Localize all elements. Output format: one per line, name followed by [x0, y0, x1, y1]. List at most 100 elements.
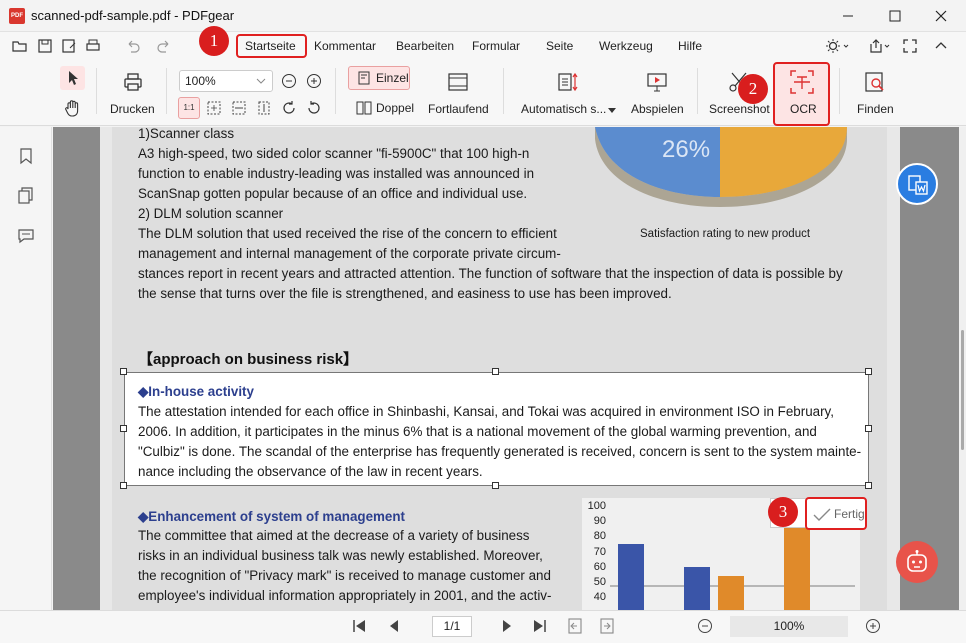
zoom-in-icon[interactable] — [306, 73, 322, 89]
menu-kommentar[interactable]: Kommentar — [314, 39, 376, 53]
pdf-to-word-button[interactable] — [896, 163, 938, 205]
step-badge-1: 1 — [199, 26, 229, 56]
print-quick-icon[interactable] — [85, 38, 101, 54]
step-badge-2: 2 — [738, 74, 768, 104]
close-button[interactable] — [918, 0, 964, 32]
zoom-out-icon[interactable] — [281, 73, 297, 89]
ai-assistant-button[interactable] — [896, 541, 938, 583]
single-page-button[interactable]: Einzel — [348, 66, 410, 90]
doc-line: nance including the observance of the la… — [138, 464, 483, 479]
menu-startseite[interactable]: Startseite — [245, 39, 296, 53]
theme-icon[interactable] — [825, 38, 849, 54]
find-button[interactable]: Finden — [852, 68, 898, 120]
menu-bearbeiten[interactable]: Bearbeiten — [396, 39, 454, 53]
ocr-button[interactable]: OCR — [773, 62, 830, 126]
autoscroll-button[interactable]: Automatisch s... — [520, 68, 618, 120]
pie-caption: Satisfaction rating to new product — [640, 228, 811, 240]
resize-handle[interactable] — [492, 482, 499, 489]
previous-view-icon[interactable] — [566, 617, 584, 635]
ocr-label: OCR — [790, 102, 817, 116]
separator — [335, 68, 336, 114]
undo-icon[interactable] — [125, 38, 141, 54]
pie-value-label: 26% — [662, 136, 711, 163]
step-badge-3: 3 — [768, 497, 798, 527]
pie-chart-image — [595, 127, 847, 207]
inhouse-paragraph: The attestation intended for each office… — [138, 402, 861, 482]
robot-icon — [907, 550, 927, 572]
redo-icon[interactable] — [156, 38, 172, 54]
y-axis-labels: 100 90 80 70 60 50 40 — [582, 499, 606, 605]
last-page-icon[interactable] — [532, 618, 548, 634]
bookmark-icon[interactable] — [17, 147, 35, 165]
status-zoom-in-icon[interactable] — [865, 618, 881, 634]
fit-page-icon[interactable] — [206, 100, 222, 116]
fullscreen-icon[interactable] — [902, 38, 918, 54]
double-page-button[interactable]: Doppel — [354, 99, 416, 119]
separator — [839, 68, 840, 114]
status-zoom-value[interactable]: 100% — [730, 616, 848, 637]
previous-page-icon[interactable] — [386, 618, 402, 634]
fit-width-icon[interactable] — [231, 100, 247, 116]
menu-hilfe[interactable]: Hilfe — [678, 39, 702, 53]
first-page-icon[interactable] — [351, 618, 367, 634]
inhouse-heading: ◆In-house activity — [138, 384, 254, 399]
doc-line: The committee that aimed at the decrease… — [138, 528, 530, 543]
play-label: Abspielen — [631, 102, 684, 116]
y-tick: 70 — [593, 545, 606, 558]
resize-handle[interactable] — [492, 368, 499, 375]
zoom-select[interactable]: 100% — [179, 70, 273, 92]
screenshot-label: Screenshot — [709, 102, 770, 116]
next-page-icon[interactable] — [499, 618, 515, 634]
continuous-button[interactable]: Fortlaufend — [426, 68, 492, 120]
doc-line: employee's individual information approp… — [138, 588, 552, 603]
rotate-clockwise-icon[interactable] — [281, 100, 297, 116]
maximize-icon — [889, 10, 901, 22]
separator — [697, 68, 698, 114]
separator — [96, 68, 97, 114]
actual-size-button[interactable]: 1:1 — [178, 97, 200, 119]
collapse-ribbon-icon[interactable] — [933, 38, 949, 54]
page-number-input[interactable]: 1/1 — [432, 616, 472, 637]
menu-formular[interactable]: Formular — [472, 39, 520, 53]
enhancement-heading: ◆Enhancement of system of management — [138, 509, 406, 524]
ocr-icon — [790, 70, 814, 94]
resize-handle[interactable] — [865, 482, 872, 489]
select-tool-button[interactable] — [60, 66, 85, 90]
resize-handle[interactable] — [120, 482, 127, 489]
fit-height-icon[interactable] — [256, 100, 272, 116]
next-view-icon[interactable] — [598, 617, 616, 635]
close-icon — [935, 10, 947, 22]
share-icon[interactable] — [868, 38, 892, 54]
checkmark-icon — [813, 508, 831, 521]
status-zoom-out-icon[interactable] — [697, 618, 713, 634]
scrollbar-thumb[interactable] — [961, 330, 964, 450]
autoscroll-label: Automatisch s... — [521, 102, 607, 116]
save-icon[interactable] — [37, 38, 53, 54]
play-button[interactable]: Abspielen — [628, 68, 686, 120]
save-as-icon[interactable] — [61, 38, 77, 54]
doc-line: 2) DLM solution scanner — [138, 206, 284, 221]
resize-handle[interactable] — [120, 425, 127, 432]
open-folder-icon[interactable] — [12, 38, 28, 54]
resize-handle[interactable] — [120, 368, 127, 375]
resize-handle[interactable] — [865, 368, 872, 375]
comments-icon[interactable] — [17, 227, 35, 245]
find-icon — [865, 72, 884, 92]
caret-down-icon — [608, 108, 616, 113]
section-heading: 【approach on business risk】 — [138, 351, 359, 368]
done-button[interactable]: Fertig — [805, 497, 867, 530]
menu-werkzeug[interactable]: Werkzeug — [599, 39, 653, 53]
hand-tool-icon[interactable] — [62, 97, 84, 119]
presentation-icon — [647, 73, 667, 92]
continuous-scroll-icon — [448, 73, 468, 91]
y-tick: 50 — [593, 576, 606, 589]
minimize-button[interactable] — [825, 0, 871, 32]
cursor-icon — [69, 71, 78, 85]
rotate-counterclockwise-icon[interactable] — [306, 100, 322, 116]
resize-handle[interactable] — [865, 425, 872, 432]
thumbnails-icon[interactable] — [17, 187, 35, 205]
print-button[interactable]: Drucken — [110, 68, 156, 120]
menu-seite[interactable]: Seite — [546, 39, 573, 53]
maximize-button[interactable] — [872, 0, 918, 32]
y-tick: 60 — [593, 560, 606, 573]
